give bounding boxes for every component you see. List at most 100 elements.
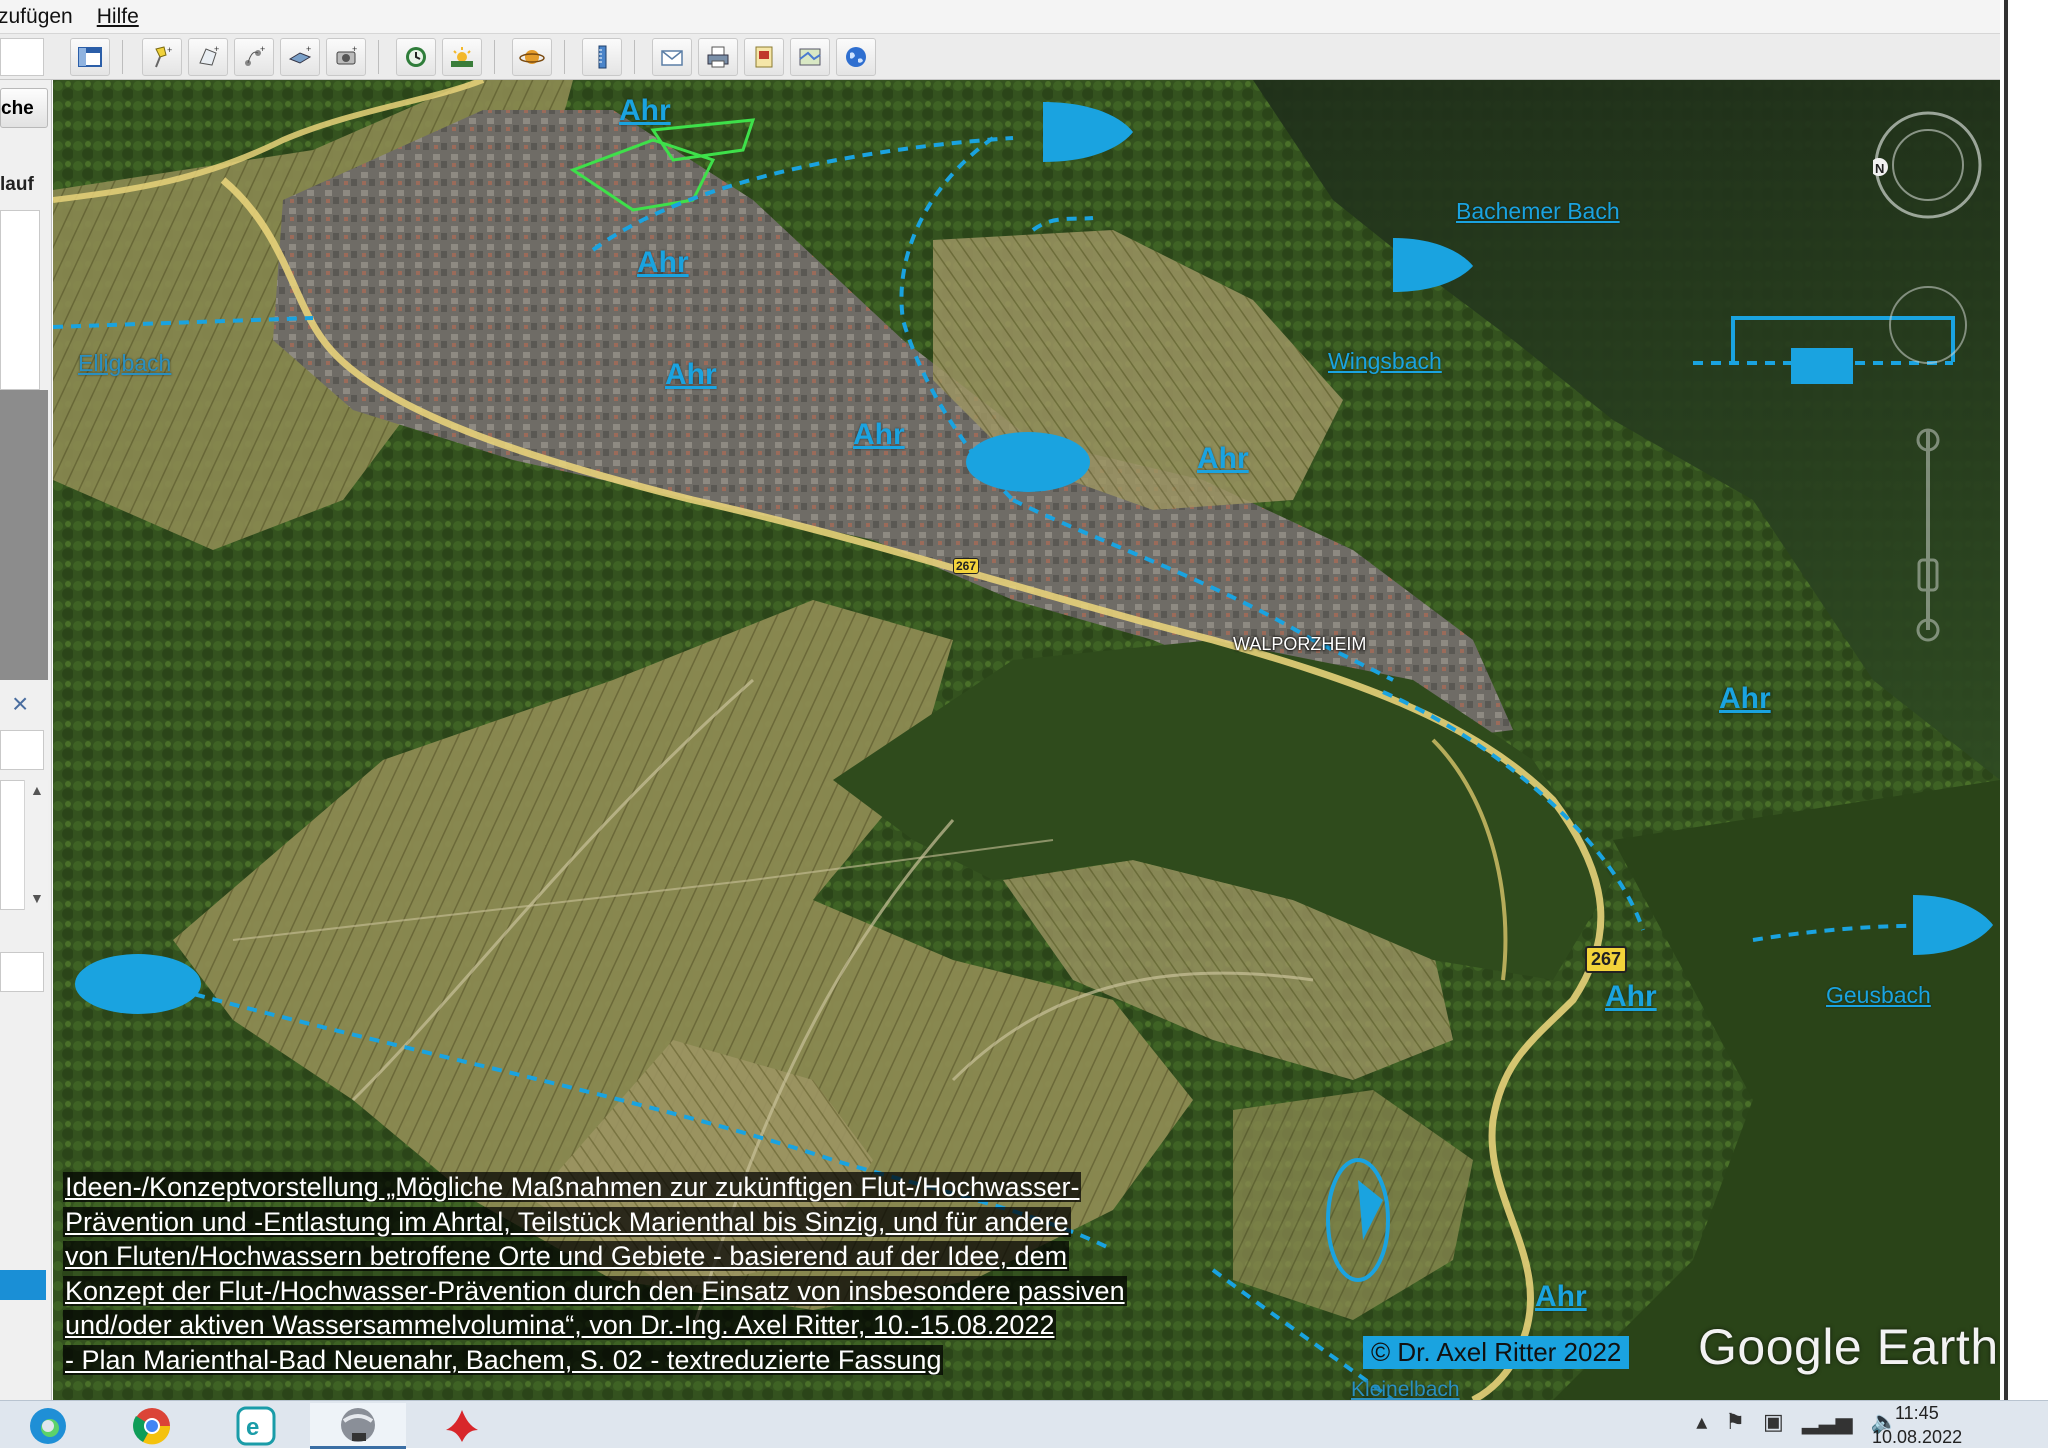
google-earth-logo: Google Earth	[1698, 1319, 1999, 1375]
pushpin-icon: +	[155, 45, 172, 68]
svg-text:e: e	[246, 1414, 259, 1441]
road-shield-small: 267	[953, 558, 980, 574]
google-earth-pro-icon	[341, 1407, 375, 1442]
sun-icon	[451, 47, 473, 67]
navigation-controls[interactable]: N	[1873, 100, 1983, 700]
river-label: Ahr	[619, 94, 671, 127]
record-tour-button[interactable]: +	[326, 38, 366, 76]
river-label: Ahr	[665, 358, 717, 391]
svg-text:+: +	[214, 44, 219, 54]
sunlight-button[interactable]	[442, 38, 482, 76]
ruler-icon	[598, 45, 607, 69]
river-label: Ahr	[1719, 682, 1771, 715]
save-image-icon	[755, 46, 773, 68]
chrome-icon	[133, 1408, 171, 1445]
taskbar-edge[interactable]	[0, 1403, 96, 1449]
add-image-overlay-button[interactable]: +	[280, 38, 320, 76]
print-button[interactable]	[698, 38, 738, 76]
network-icon[interactable]: ▂▃▅	[1802, 1409, 1853, 1435]
caption-line: - Plan Marienthal-Bad Neuenahr, Bachem, …	[63, 1344, 944, 1375]
sidebar-gray-panel	[0, 390, 48, 680]
search-results-panel	[0, 210, 40, 390]
river-label: Ahr	[853, 418, 905, 451]
stream-label-wingsbach: Wingsbach	[1328, 348, 1442, 374]
globe-icon	[846, 47, 866, 67]
stream-label-ellig: Elligbach	[78, 350, 172, 376]
svg-text:+: +	[306, 44, 311, 54]
image-overlay-icon: +	[288, 44, 311, 64]
ruler-button[interactable]	[582, 38, 622, 76]
add-placemark-button[interactable]: +	[142, 38, 182, 76]
search-button[interactable]: che	[0, 88, 48, 128]
stream-label-bachemer: Bachemer Bach	[1456, 198, 1620, 224]
places-scrollbar[interactable]: ▲ ▼	[24, 780, 48, 910]
view-in-maps-button[interactable]	[790, 38, 830, 76]
river-label: Ahr	[637, 246, 689, 279]
history-clock-icon	[406, 47, 426, 67]
earth-gallery-button[interactable]	[836, 38, 876, 76]
windows-taskbar: e ▴ ⚑ ▣ ▂▃▅ 🔈 11:45 10.08.2022	[0, 1400, 2048, 1449]
planet-icon	[519, 50, 545, 64]
sidebar-icon	[78, 47, 102, 67]
caption-line: von Fluten/Hochwassern betroffene Orte u…	[63, 1241, 1070, 1272]
history-label: lauf	[0, 174, 34, 195]
polygon-icon: +	[199, 44, 219, 66]
caption-line: Ideen-/Konzeptvorstellung „Mögliche Maßn…	[63, 1172, 1082, 1202]
clock-time[interactable]: 11:45	[1895, 1403, 1939, 1424]
svg-text:+: +	[352, 44, 357, 54]
taskbar-chrome[interactable]	[104, 1403, 200, 1449]
google-earth-window: zufügen Hilfe + + + + + che lauf × ▲ ▼ A…	[0, 0, 2048, 1449]
printer-icon	[707, 46, 729, 68]
camera-icon: +	[336, 44, 357, 65]
battery-icon[interactable]: ▣	[1763, 1409, 1784, 1435]
scroll-down-icon[interactable]: ▼	[30, 890, 44, 906]
historical-imagery-button[interactable]	[396, 38, 436, 76]
path-icon: +	[245, 44, 265, 66]
search-field-stub[interactable]	[0, 38, 44, 76]
clock-date[interactable]: 10.08.2022	[1872, 1427, 1962, 1448]
selected-item-highlight[interactable]	[0, 1270, 46, 1300]
window-border	[2004, 0, 2008, 1400]
email-button[interactable]	[652, 38, 692, 76]
town-label: WALPORZHEIM	[1233, 634, 1367, 654]
sidebar-toggle-button[interactable]	[70, 38, 110, 76]
add-path-button[interactable]: +	[234, 38, 274, 76]
taskbar-acrobat[interactable]	[414, 1403, 510, 1449]
layers-field[interactable]	[0, 952, 44, 992]
compass-ring-icon	[1873, 111, 1982, 219]
taskbar-eset[interactable]: e	[208, 1403, 304, 1449]
river-label: Ahr	[1197, 442, 1249, 475]
flag-icon[interactable]: ⚑	[1725, 1409, 1745, 1435]
system-tray: ▴ ⚑ ▣ ▂▃▅ 🔈	[1696, 1409, 1898, 1435]
left-sidebar: che lauf × ▲ ▼	[0, 80, 52, 1400]
menu-bar: zufügen Hilfe	[0, 0, 2000, 34]
copyright-label: © Dr. Axel Ritter 2022	[1363, 1336, 1630, 1369]
edge-icon	[30, 1408, 66, 1444]
planets-button[interactable]	[512, 38, 552, 76]
toolbar: + + + + +	[0, 34, 2000, 80]
places-field[interactable]	[0, 730, 44, 770]
eset-icon: e	[236, 1406, 276, 1446]
caption-line: und/oder aktiven Wassersammelvolumina“, …	[63, 1310, 1057, 1341]
menu-help[interactable]: Hilfe	[97, 5, 153, 29]
svg-text:+: +	[167, 45, 172, 55]
caption-line: Prävention und -Entlastung im Ahrtal, Te…	[63, 1206, 1071, 1237]
close-icon[interactable]: ×	[12, 688, 28, 720]
acrobat-icon	[446, 1410, 478, 1442]
envelope-icon	[661, 50, 683, 66]
river-label: Ahr	[1535, 1280, 1587, 1313]
road-shield: 267	[1585, 946, 1628, 973]
add-polygon-button[interactable]: +	[188, 38, 228, 76]
save-image-button[interactable]	[744, 38, 784, 76]
river-label: Ahr	[1605, 980, 1657, 1013]
map-icon	[799, 48, 821, 66]
caption-line: Konzept der Flut-/Hochwasser-Prävention …	[63, 1275, 1127, 1306]
zoom-slider-icon	[1916, 428, 1940, 642]
menu-insert[interactable]: zufügen	[0, 5, 87, 29]
tray-expand-icon[interactable]: ▴	[1696, 1409, 1707, 1435]
north-indicator: N	[1875, 161, 1884, 176]
taskbar-google-earth-pro[interactable]	[310, 1403, 406, 1449]
concept-caption: Ideen-/Konzeptvorstellung „Mögliche Maßn…	[63, 1170, 1127, 1378]
scroll-up-icon[interactable]: ▲	[30, 782, 44, 798]
earth-3d-view[interactable]: Ahr Ahr Ahr Ahr Ahr Ahr Ahr Ahr Bachemer…	[53, 80, 2000, 1400]
